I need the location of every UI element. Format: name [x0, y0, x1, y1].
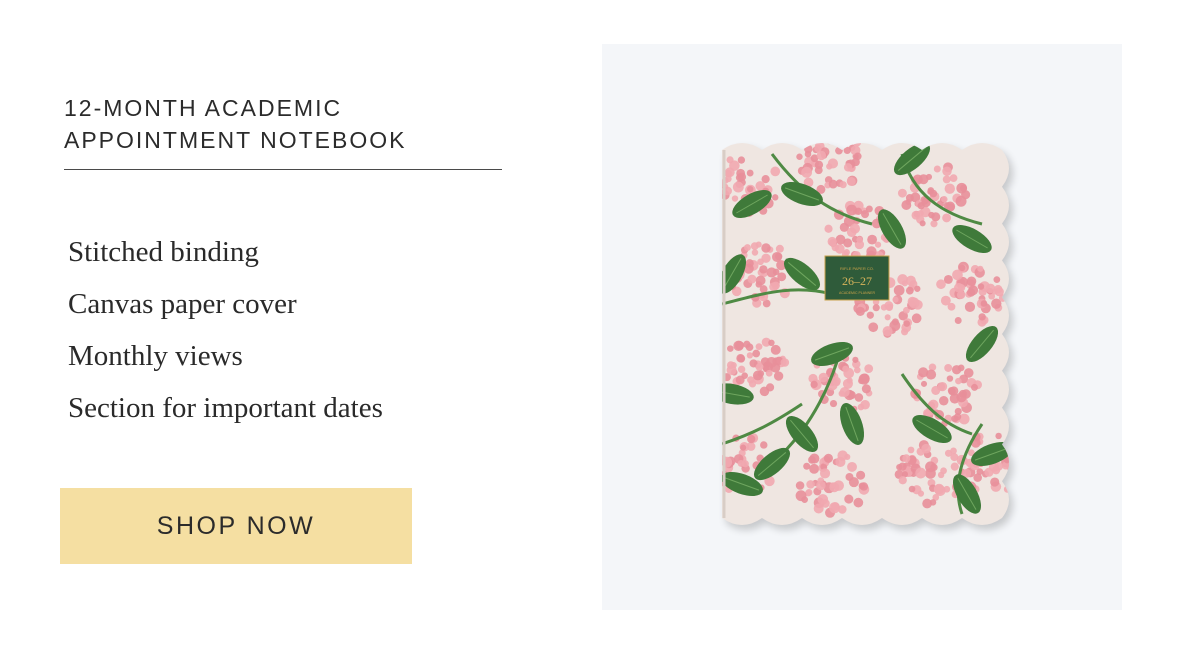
product-title-line-2: APPOINTMENT NOTEBOOK: [64, 127, 407, 153]
cover-subtitle: ACADEMIC PLANNER: [839, 291, 875, 295]
feature-list: Stitched binding Canvas paper cover Mont…: [68, 226, 383, 434]
shop-now-button[interactable]: SHOP NOW: [60, 488, 412, 564]
product-title-line-1: 12-MONTH ACADEMIC: [64, 95, 343, 121]
feature-item: Stitched binding: [68, 236, 259, 268]
notebook-illustration: RIFLE PAPER CO. 26–27 ACADEMIC PLANNER: [722, 143, 1013, 530]
feature-item: Monthly views: [68, 340, 243, 372]
cover-label: RIFLE PAPER CO. 26–27 ACADEMIC PLANNER: [824, 255, 890, 301]
title-divider: [64, 169, 502, 170]
product-image[interactable]: RIFLE PAPER CO. 26–27 ACADEMIC PLANNER: [602, 44, 1122, 610]
cover-brand: RIFLE PAPER CO.: [840, 266, 874, 271]
notebook-cover: [722, 143, 1013, 530]
feature-item: Canvas paper cover: [68, 288, 297, 320]
feature-item: Section for important dates: [68, 392, 383, 424]
cover-years: 26–27: [842, 274, 872, 288]
product-title: 12-MONTH ACADEMIC APPOINTMENT NOTEBOOK: [64, 92, 524, 156]
